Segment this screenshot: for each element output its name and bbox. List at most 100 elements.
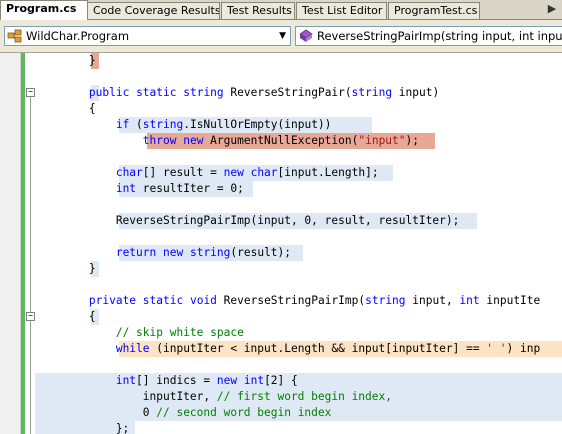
string-literal: "input": [358, 134, 406, 147]
keyword: return: [115, 246, 157, 259]
outline-guide-line: [30, 93, 31, 434]
tab-label: ProgramTest.cs: [394, 4, 478, 17]
code-text: ReverseStringPairImp(input, 0, result, r…: [35, 214, 460, 227]
keyword: static: [136, 86, 177, 99]
indicator-margin: [0, 53, 21, 434]
code-line: while (inputIter < input.Length && input…: [35, 341, 562, 357]
code-text: (inputIter < input.Length && input[input…: [149, 342, 487, 355]
keyword: private: [88, 294, 137, 307]
code-text: ArgumentNullException(: [203, 134, 359, 147]
code-line: return new string(result);: [35, 245, 562, 261]
char-literal: ' ': [486, 342, 507, 355]
code-line: 0 // second word begin index: [35, 405, 562, 421]
keyword: throw: [142, 134, 177, 147]
code-text: );: [405, 134, 419, 147]
document-tab-strip: Code Coverage Results Test Results Test …: [0, 0, 562, 20]
code-text: [2] {: [264, 374, 298, 387]
tab-label: Test Results: [227, 4, 292, 17]
collapse-icon[interactable]: −: [26, 88, 35, 97]
code-text: [input.Length];: [277, 166, 379, 179]
keyword: int: [243, 374, 265, 387]
tab-programtest-cs[interactable]: ProgramTest.cs: [388, 2, 480, 19]
keyword: if: [115, 118, 130, 131]
class-icon: [7, 29, 22, 43]
keyword: string: [189, 246, 231, 259]
keyword: int: [115, 374, 137, 387]
tab-label: Program.cs: [6, 2, 77, 15]
tab-program-cs[interactable]: Program.cs: [0, 0, 88, 20]
code-line: int[] indics = new int[2] {: [35, 373, 562, 389]
code-line: }: [35, 261, 562, 277]
code-text: (result);: [230, 246, 292, 259]
code-text: {: [35, 310, 96, 323]
keyword: string: [365, 294, 406, 307]
code-line: int resultIter = 0;: [35, 181, 562, 197]
code-line: public static string ReverseStringPair(s…: [35, 85, 562, 101]
code-text: resultIter = 0;: [136, 182, 244, 195]
code-text: ReverseStringPairImp(: [216, 294, 366, 307]
method-icon: [299, 29, 313, 42]
keyword: string: [142, 118, 184, 131]
tab-label: Code Coverage Results: [93, 4, 220, 17]
tab-test-list-editor[interactable]: Test List Editor: [296, 2, 387, 19]
code-text: input): [392, 86, 440, 99]
keyword: string: [351, 86, 393, 99]
collapse-icon[interactable]: −: [26, 312, 35, 321]
code-text: [] indics =: [136, 374, 217, 387]
code-text: inputIter,: [35, 390, 217, 403]
code-line: };: [35, 421, 562, 434]
chevron-down-icon[interactable]: ▼: [279, 27, 286, 45]
code-text: (: [129, 118, 143, 131]
code-text: ) inp: [506, 342, 541, 355]
keyword: new: [183, 134, 204, 147]
code-text: }: [35, 262, 96, 275]
keyword: static: [142, 294, 184, 307]
code-text: 0: [35, 406, 157, 419]
tab-code-coverage-results[interactable]: Code Coverage Results: [87, 2, 220, 19]
code-line: private static void ReverseStringPairImp…: [35, 293, 562, 309]
code-line: }: [35, 53, 562, 69]
type-dropdown[interactable]: WildChar.Program ▼: [4, 26, 291, 46]
member-dropdown-value: ReverseStringPairImp(string input, int i…: [317, 29, 562, 43]
code-editor[interactable]: − − } public static string ReverseString…: [0, 53, 562, 434]
tab-test-results[interactable]: Test Results: [221, 2, 295, 19]
code-line: inputIter, // first word begin index,: [35, 389, 562, 405]
keyword: void: [189, 294, 217, 307]
code-text: input,: [405, 294, 460, 307]
keyword: new: [163, 246, 184, 259]
keyword: new: [223, 166, 244, 179]
code-text: };: [35, 422, 130, 434]
tab-scroll-icon[interactable]: ▶: [544, 2, 560, 16]
code-text: }: [35, 54, 96, 67]
member-dropdown[interactable]: ReverseStringPairImp(string input, int i…: [295, 26, 562, 46]
keyword: new: [216, 374, 238, 387]
keyword: int: [115, 182, 137, 195]
code-line: char[] result = new char[input.Length];: [35, 165, 562, 181]
code-line: // skip white space: [35, 325, 562, 341]
type-dropdown-value: WildChar.Program: [26, 29, 130, 43]
code-text: [] result =: [142, 166, 224, 179]
code-line: {: [35, 309, 562, 325]
code-line: {: [35, 101, 562, 117]
code-line: ReverseStringPairImp(input, 0, result, r…: [35, 213, 562, 229]
keyword: int: [459, 294, 480, 307]
tab-label: Test List Editor: [302, 4, 383, 17]
code-text: ReverseStringPair(: [223, 86, 352, 99]
navigation-bar: WildChar.Program ▼ ReverseStringPairImp(…: [0, 20, 562, 53]
comment: // second word begin index: [156, 406, 332, 419]
comment: // skip white space: [115, 326, 244, 339]
change-tracking-bar: [21, 53, 25, 434]
